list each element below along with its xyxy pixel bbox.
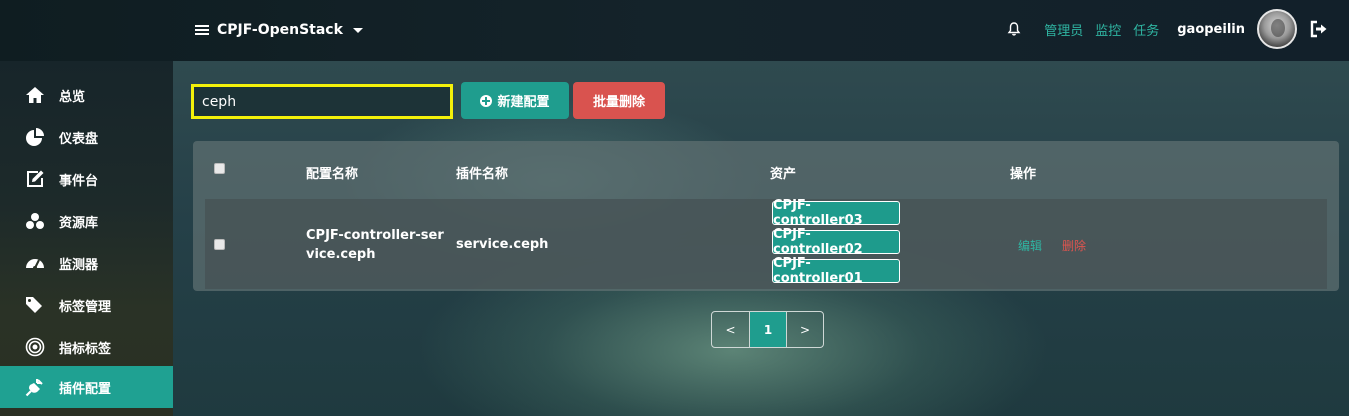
plug-icon xyxy=(25,379,43,397)
next-page-button[interactable]: > xyxy=(786,312,823,347)
sidebar-item-monitors[interactable]: 监测器 xyxy=(0,242,173,284)
sidebar: 总览 仪表盘 事件台 资源库 监测器 标签管理 指标标签 插件配置 xyxy=(0,61,173,416)
sidebar-item-tag-management[interactable]: 标签管理 xyxy=(0,284,173,326)
config-name-cell: CPJF-controller-ser vice.ceph xyxy=(306,226,444,264)
cubes-icon xyxy=(26,213,44,229)
username[interactable]: gaopeilin xyxy=(1177,22,1245,37)
top-bar: CPJF-OpenStack 管理员 监控 任务 gaopeilin xyxy=(0,0,1349,61)
new-config-button[interactable]: 新建配置 xyxy=(461,82,569,119)
bell-icon[interactable] xyxy=(1006,21,1022,37)
project-selector[interactable]: CPJF-OpenStack xyxy=(195,19,363,41)
logout-icon[interactable] xyxy=(1309,19,1329,39)
sidebar-item-label: 仪表盘 xyxy=(59,131,99,147)
search-input[interactable] xyxy=(191,84,453,119)
sidebar-item-overview[interactable]: 总览 xyxy=(0,74,173,116)
tasks-link[interactable]: 任务 xyxy=(1133,20,1159,39)
delete-link[interactable]: 删除 xyxy=(1062,237,1086,254)
edit-link[interactable]: 编辑 xyxy=(1018,237,1042,254)
sidebar-item-label: 监测器 xyxy=(59,257,99,273)
tags-icon xyxy=(26,297,42,313)
column-header-actions: 操作 xyxy=(1010,167,1037,182)
row-checkbox[interactable] xyxy=(214,239,225,250)
edit-icon xyxy=(27,170,44,187)
sidebar-item-events[interactable]: 事件台 xyxy=(0,158,173,200)
home-icon xyxy=(26,87,44,103)
sidebar-item-label: 总览 xyxy=(59,89,86,105)
dashboard-gauge-icon xyxy=(26,259,44,270)
sidebar-item-dashboard[interactable]: 仪表盘 xyxy=(0,116,173,158)
monitor-link[interactable]: 监控 xyxy=(1095,20,1121,39)
sidebar-item-label: 资源库 xyxy=(59,215,99,231)
config-table: 配置名称 插件名称 资产 操作 CPJF-controller-ser vice… xyxy=(193,141,1339,291)
main-content: 新建配置 批量删除 配置名称 插件名称 资产 操作 CPJF-controlle… xyxy=(173,61,1349,416)
project-name: CPJF-OpenStack xyxy=(217,22,343,38)
new-config-label: 新建配置 xyxy=(497,95,550,110)
prev-page-button[interactable]: < xyxy=(712,312,749,347)
asset-tag: CPJF-controller02 xyxy=(772,227,900,257)
pie-chart-icon xyxy=(26,128,44,146)
admin-link[interactable]: 管理员 xyxy=(1044,20,1083,39)
config-name-line: vice.ceph xyxy=(306,247,376,262)
asset-tag: CPJF-controller03 xyxy=(772,198,900,228)
config-name-line: CPJF-controller-ser xyxy=(306,228,444,243)
plugin-name-cell: service.ceph xyxy=(456,237,549,252)
sidebar-item-label: 事件台 xyxy=(59,173,99,189)
select-all-checkbox[interactable] xyxy=(214,163,225,174)
sidebar-item-label: 指标标签 xyxy=(59,341,112,357)
page-1-button[interactable]: 1 xyxy=(749,312,786,347)
caret-down-icon xyxy=(352,27,363,33)
column-header-assets: 资产 xyxy=(770,167,797,182)
sidebar-item-label: 插件配置 xyxy=(59,381,112,397)
batch-delete-button[interactable]: 批量删除 xyxy=(573,82,665,119)
sidebar-item-resources[interactable]: 资源库 xyxy=(0,200,173,242)
plus-circle-icon xyxy=(480,94,493,107)
list-icon xyxy=(195,25,209,35)
column-header-plugin-name: 插件名称 xyxy=(456,167,509,182)
asset-tag: CPJF-controller01 xyxy=(772,256,900,286)
top-right-nav: 管理员 监控 任务 gaopeilin xyxy=(1006,9,1329,49)
target-icon xyxy=(25,337,45,357)
sidebar-item-label: 标签管理 xyxy=(59,299,112,315)
table-row: CPJF-controller-ser vice.ceph service.ce… xyxy=(205,198,1327,289)
sidebar-item-metric-tags[interactable]: 指标标签 xyxy=(0,326,173,368)
avatar[interactable] xyxy=(1257,9,1297,49)
sidebar-item-plugin-config[interactable]: 插件配置 xyxy=(0,366,173,408)
pagination: < 1 > xyxy=(711,311,824,348)
column-header-config-name: 配置名称 xyxy=(306,167,359,182)
